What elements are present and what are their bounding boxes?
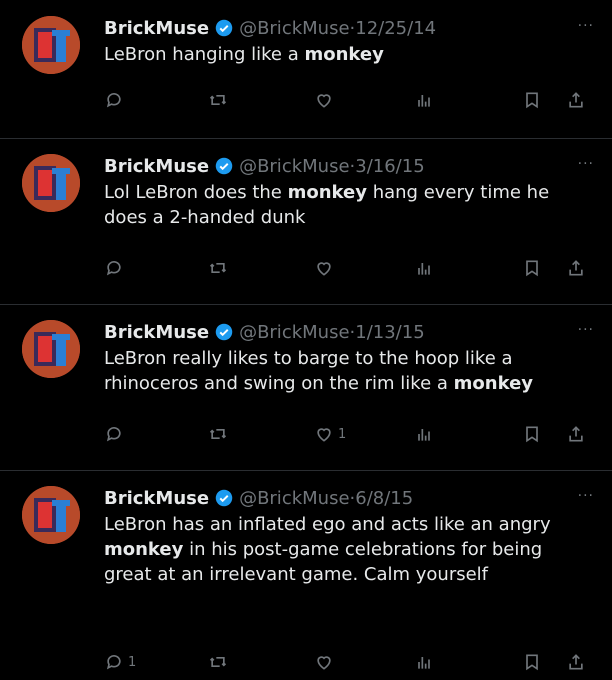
views-icon [418, 429, 430, 441]
display-name[interactable]: BrickMuse [104, 18, 209, 39]
highlighted-word: monkey [104, 539, 184, 560]
text-segment: LeBron has an inflated ego and acts like… [104, 514, 551, 535]
highlighted-word: monkey [304, 44, 384, 65]
verified-badge-icon [215, 19, 233, 37]
tweet-text: LeBron hanging like a monkey [104, 42, 594, 67]
reply-button[interactable] [104, 256, 128, 280]
reply-count: 1 [128, 654, 137, 670]
tweet-date[interactable]: 6/8/15 [355, 488, 413, 509]
views-icon [418, 95, 430, 107]
tweet-text: Lol LeBron does the monkey hang every ti… [104, 180, 594, 230]
retweet-icon [209, 657, 227, 667]
retweet-icon [209, 95, 227, 105]
like-icon [317, 262, 331, 276]
views-button[interactable] [414, 88, 434, 112]
more-icon[interactable]: ··· [578, 322, 594, 338]
retweet-button[interactable] [208, 422, 228, 446]
verified-badge-icon [215, 489, 233, 507]
views-button[interactable] [414, 256, 434, 280]
highlighted-word: monkey [453, 373, 534, 394]
reply-icon [106, 427, 121, 442]
text-segment: Lol LeBron does the [104, 182, 288, 203]
handle[interactable]: @BrickMuse [239, 156, 349, 177]
retweet-button[interactable] [208, 256, 228, 280]
like-button[interactable] [314, 88, 338, 112]
share-icon [569, 92, 583, 108]
display-name[interactable]: BrickMuse [104, 156, 209, 177]
tweet[interactable]: BrickMuse @BrickMuse · 12/25/14 ··· LeBr… [0, 0, 612, 139]
avatar-logo-icon [22, 486, 80, 544]
handle[interactable]: @BrickMuse [239, 488, 349, 509]
bookmark-button[interactable] [522, 650, 542, 674]
views-icon [418, 263, 430, 275]
text-segment: LeBron hanging like a [104, 44, 305, 65]
tweet[interactable]: BrickMuse @BrickMuse · 6/8/15 ··· LeBron… [0, 470, 612, 680]
bookmark-icon [526, 426, 538, 443]
tweet-text: LeBron has an inflated ego and acts like… [104, 512, 594, 587]
bookmark-button[interactable] [522, 422, 542, 446]
more-icon[interactable]: ··· [578, 156, 594, 172]
avatar-logo-icon [22, 16, 80, 74]
avatar-logo-icon [22, 320, 80, 378]
handle[interactable]: @BrickMuse [239, 18, 349, 39]
share-icon [569, 426, 583, 442]
more-icon[interactable]: ··· [578, 18, 594, 34]
avatar[interactable] [22, 486, 80, 544]
reply-button[interactable] [104, 422, 128, 446]
retweet-button[interactable] [208, 88, 228, 112]
bookmark-icon [526, 654, 538, 671]
reply-icon [106, 655, 121, 670]
bookmark-button[interactable] [522, 256, 542, 280]
tweet-date[interactable]: 12/25/14 [355, 18, 436, 39]
tweet[interactable]: BrickMuse @BrickMuse · 3/16/15 ··· Lol L… [0, 138, 612, 305]
share-button[interactable] [566, 650, 586, 674]
share-icon [569, 260, 583, 276]
more-icon[interactable]: ··· [578, 488, 594, 504]
bookmark-icon [526, 92, 538, 109]
views-button[interactable] [414, 650, 434, 674]
verified-badge-icon [215, 323, 233, 341]
verified-badge-icon [215, 157, 233, 175]
bookmark-button[interactable] [522, 88, 542, 112]
text-segment: LeBron really likes to barge to the hoop… [104, 348, 513, 394]
tweet-date[interactable]: 1/13/15 [355, 322, 424, 343]
handle[interactable]: @BrickMuse [239, 322, 349, 343]
like-icon [317, 94, 331, 108]
like-icon [317, 428, 331, 442]
avatar[interactable] [22, 16, 80, 74]
reply-button[interactable] [104, 88, 128, 112]
like-button[interactable] [314, 650, 338, 674]
reply-icon [106, 261, 121, 276]
views-button[interactable] [414, 422, 434, 446]
retweet-button[interactable] [208, 650, 228, 674]
tweet-text: LeBron really likes to barge to the hoop… [104, 346, 594, 396]
display-name[interactable]: BrickMuse [104, 488, 209, 509]
share-button[interactable] [566, 88, 586, 112]
like-button[interactable] [314, 256, 338, 280]
reply-icon [106, 93, 121, 108]
share-icon [569, 654, 583, 670]
retweet-icon [209, 263, 227, 273]
share-button[interactable] [566, 422, 586, 446]
like-icon [317, 656, 331, 670]
like-button[interactable]: 1 [314, 422, 346, 446]
tweet-date[interactable]: 3/16/15 [355, 156, 424, 177]
tweet[interactable]: BrickMuse @BrickMuse · 1/13/15 ··· LeBro… [0, 304, 612, 471]
avatar[interactable] [22, 320, 80, 378]
reply-button[interactable]: 1 [104, 650, 136, 674]
like-count: 1 [338, 426, 347, 442]
avatar[interactable] [22, 154, 80, 212]
views-icon [418, 657, 430, 669]
avatar-logo-icon [22, 154, 80, 212]
highlighted-word: monkey [287, 182, 367, 203]
share-button[interactable] [566, 256, 586, 280]
display-name[interactable]: BrickMuse [104, 322, 209, 343]
bookmark-icon [526, 260, 538, 277]
retweet-icon [209, 429, 227, 439]
